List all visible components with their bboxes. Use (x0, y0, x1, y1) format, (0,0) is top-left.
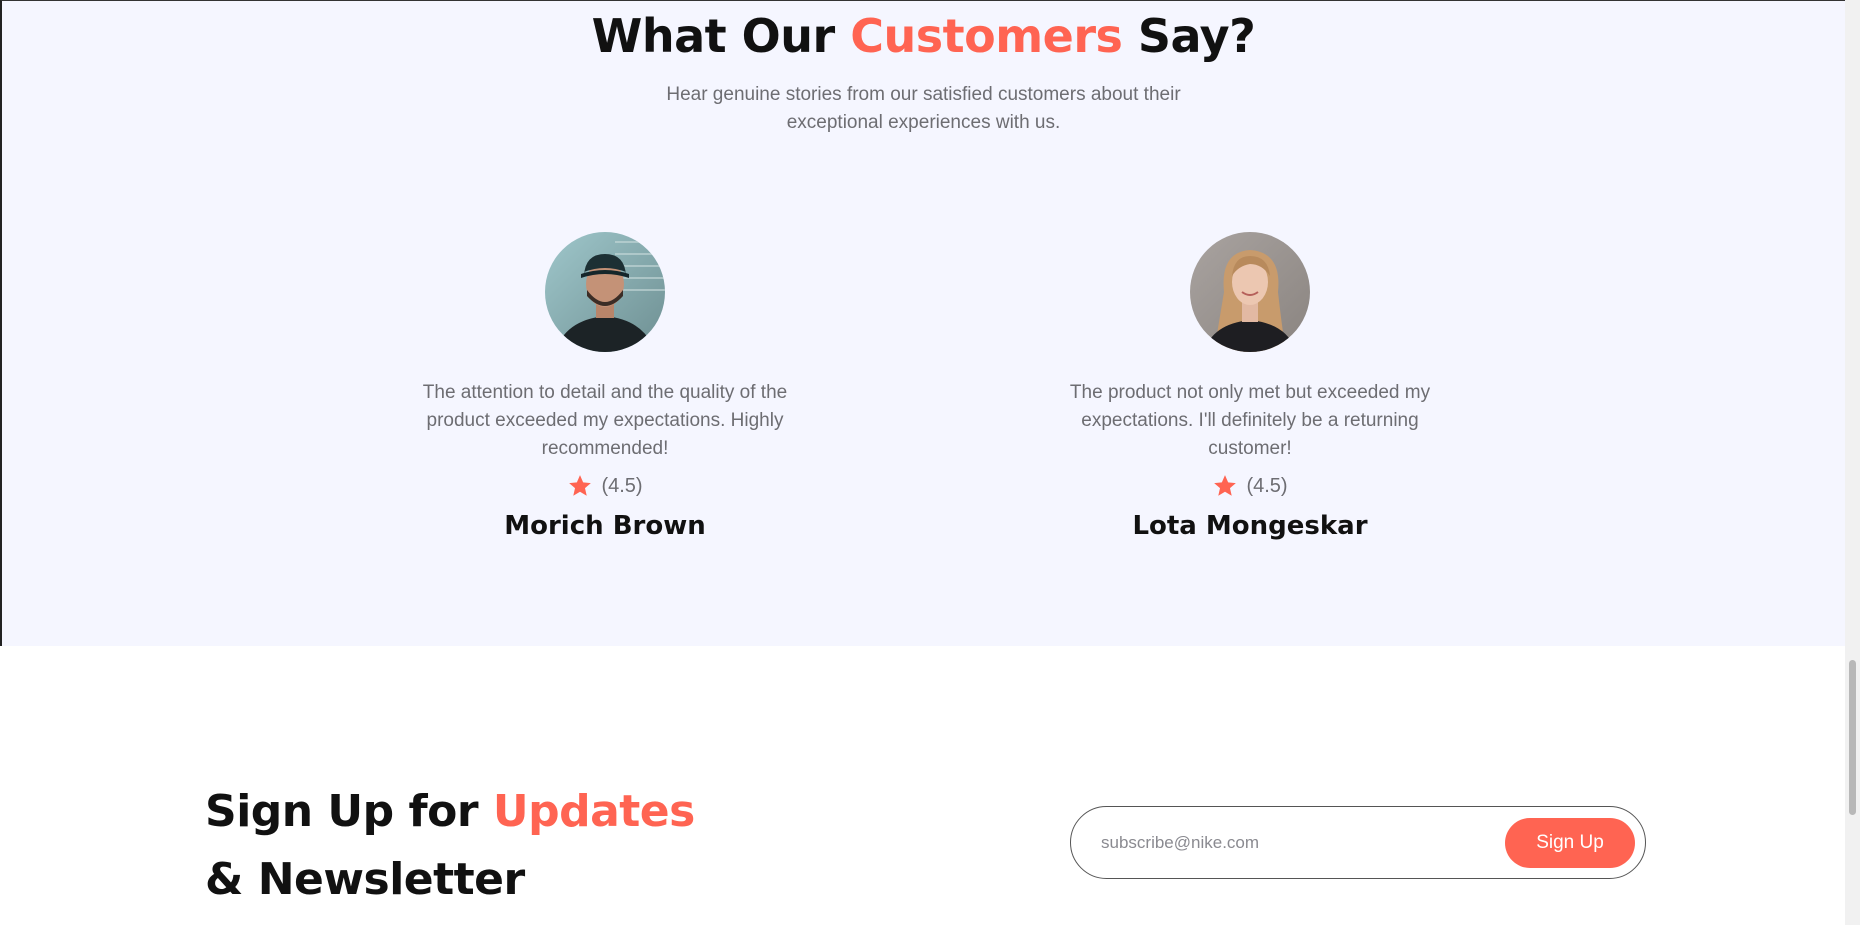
star-icon (1214, 475, 1237, 496)
signup-button[interactable]: Sign Up (1505, 817, 1635, 868)
testimonial-card: The attention to detail and the quality … (395, 232, 815, 541)
avatar-man-cap-icon (545, 232, 665, 352)
testimonials-title: What Our Customers Say? (2, 9, 1845, 63)
subscribe-form: Sign Up (1070, 806, 1646, 879)
avatar (545, 232, 665, 352)
avatar-woman-icon (1190, 232, 1310, 352)
rating-value: (4.5) (601, 474, 643, 497)
avatar (1190, 232, 1310, 352)
title-accent: Customers (850, 9, 1123, 63)
testimonials-section: What Our Customers Say? Hear genuine sto… (0, 0, 1845, 646)
customer-name: Lota Mongeskar (1132, 511, 1368, 541)
email-field[interactable] (1101, 832, 1505, 853)
newsletter-title: Sign Up for Updates & Newsletter (205, 778, 695, 914)
title-part2: Say? (1122, 9, 1256, 63)
testimonial-card: The product not only met but exceeded my… (1040, 232, 1460, 541)
scrollbar[interactable] (1845, 0, 1860, 925)
newsletter-title-line2: & Newsletter (205, 854, 525, 905)
title-part1: What Our (591, 9, 851, 63)
rating: (4.5) (1040, 473, 1460, 499)
testimonial-quote: The product not only met but exceeded my… (1069, 382, 1431, 459)
testimonial-quote: The attention to detail and the quality … (422, 382, 788, 459)
page: What Our Customers Say? Hear genuine sto… (0, 0, 1860, 925)
customer-name: Morich Brown (504, 511, 706, 541)
rating: (4.5) (395, 473, 815, 499)
scrollbar-thumb[interactable] (1849, 660, 1856, 815)
newsletter-title-accent: Updates (492, 786, 695, 837)
testimonials-subtitle: Hear genuine stories from our satisfied … (666, 84, 1181, 133)
newsletter-title-part1: Sign Up for (205, 786, 493, 837)
rating-value: (4.5) (1246, 474, 1288, 497)
star-icon (569, 475, 592, 496)
